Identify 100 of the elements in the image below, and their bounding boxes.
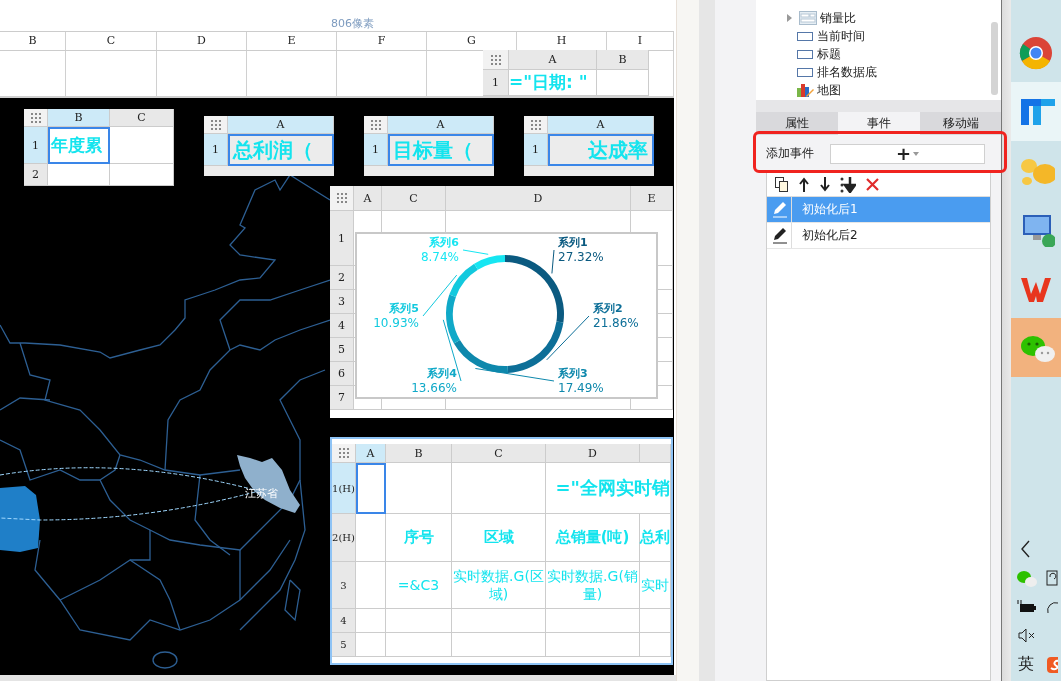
- wifi-icon[interactable]: [1045, 599, 1058, 614]
- table-cell[interactable]: [597, 70, 649, 96]
- table-cell[interactable]: [546, 633, 640, 657]
- row-header[interactable]: 1: [524, 134, 548, 166]
- row-header[interactable]: 5: [330, 338, 354, 362]
- value-label: 27.32%: [558, 250, 604, 264]
- event-item[interactable]: 初始化后2: [767, 223, 990, 249]
- leader-line: [546, 315, 590, 361]
- column-header[interactable]: D: [446, 186, 631, 211]
- row-header[interactable]: 4: [330, 314, 354, 338]
- app-icon[interactable]: [1045, 655, 1058, 674]
- column-header[interactable]: A: [228, 116, 334, 134]
- column-header[interactable]: C: [66, 32, 157, 50]
- row-header[interactable]: 1(H): [332, 463, 356, 514]
- column-header[interactable]: B: [0, 32, 66, 50]
- table-cell[interactable]: [452, 463, 546, 514]
- muted-speaker-icon[interactable]: [1017, 627, 1035, 644]
- row-header[interactable]: 6: [330, 362, 354, 386]
- column-header[interactable]: [640, 444, 671, 463]
- series-label: 系列3: [558, 367, 588, 380]
- row-header[interactable]: 1: [24, 127, 48, 164]
- tree-item[interactable]: 销量比: [756, 9, 1001, 27]
- widget-icon: [796, 47, 814, 61]
- column-header[interactable]: A: [356, 444, 386, 463]
- widget-icon: [796, 29, 814, 43]
- row-header[interactable]: 1: [364, 134, 388, 166]
- table-cell[interactable]: [48, 164, 110, 186]
- tab[interactable]: 移动端: [920, 112, 1001, 135]
- row-header[interactable]: 2(H): [332, 514, 356, 562]
- row-header[interactable]: 3: [330, 290, 354, 314]
- battery-icon[interactable]: [1015, 599, 1037, 614]
- chat-icon[interactable]: [1015, 568, 1037, 587]
- browser-icon: [1018, 35, 1055, 70]
- tree-item[interactable]: 标题: [756, 45, 1001, 63]
- table-cell[interactable]: [452, 633, 546, 657]
- chevron-icon[interactable]: [1020, 539, 1032, 558]
- table-cell[interactable]: [356, 514, 386, 562]
- tree-item[interactable]: 排名数据底: [756, 63, 1001, 81]
- row-header[interactable]: 1: [330, 211, 354, 266]
- pencil-icon: [770, 227, 788, 244]
- grid-icon: [336, 193, 347, 203]
- table-cell[interactable]: [386, 633, 452, 657]
- table-cell[interactable]: [546, 609, 640, 633]
- series-label: 系列4: [427, 367, 457, 380]
- report-icon: [799, 11, 817, 25]
- taskbar-app[interactable]: [1011, 82, 1061, 141]
- column-header[interactable]: B: [597, 50, 649, 70]
- table-cell[interactable]: [386, 609, 452, 633]
- column-header[interactable]: C: [382, 186, 446, 211]
- table-cell[interactable]: [110, 127, 174, 164]
- column-header[interactable]: C: [110, 109, 174, 127]
- up-arrow-icon[interactable]: [798, 175, 810, 193]
- row-header[interactable]: 1: [204, 134, 228, 166]
- screen-icon[interactable]: [1045, 568, 1058, 587]
- table-cell[interactable]: [356, 609, 386, 633]
- row-header[interactable]: 2: [330, 266, 354, 290]
- column-header[interactable]: E: [631, 186, 673, 211]
- grid-icon: [490, 54, 501, 65]
- row-header[interactable]: 5: [332, 633, 356, 657]
- row-header[interactable]: 3: [332, 562, 356, 609]
- table-cell[interactable]: [356, 633, 386, 657]
- column-header[interactable]: D: [157, 32, 247, 50]
- column-header[interactable]: A: [509, 50, 597, 70]
- value-label: 21.86%: [593, 316, 639, 330]
- value-label: 10.93%: [373, 316, 419, 330]
- column-header[interactable]: D: [546, 444, 640, 463]
- add-event-button[interactable]: +: [830, 143, 985, 164]
- table-cell[interactable]: [356, 463, 386, 514]
- row-header[interactable]: 7: [330, 386, 354, 410]
- column-header[interactable]: C: [452, 444, 546, 463]
- table-cell[interactable]: [640, 633, 671, 657]
- table-cell[interactable]: [386, 463, 452, 514]
- row-header[interactable]: 4: [332, 609, 356, 633]
- grid-icon: [30, 112, 41, 123]
- table-cell[interactable]: [452, 609, 546, 633]
- table-cell[interactable]: [356, 562, 386, 609]
- tree-item[interactable]: 当前时间: [756, 27, 1001, 45]
- table-cell[interactable]: [640, 609, 671, 633]
- taskbar-app[interactable]: [1011, 318, 1061, 377]
- delete-icon[interactable]: [865, 176, 880, 192]
- column-header[interactable]: A: [354, 186, 382, 211]
- column-header[interactable]: B: [386, 444, 452, 463]
- column-header[interactable]: A: [388, 116, 494, 134]
- column-header[interactable]: B: [48, 109, 110, 127]
- series-label: 系列6: [429, 236, 459, 249]
- column-header[interactable]: E: [247, 32, 337, 50]
- tab[interactable]: 属性: [756, 112, 838, 135]
- row-header[interactable]: 1: [483, 70, 509, 96]
- column-header[interactable]: A: [548, 116, 654, 134]
- move-to-bottom-icon[interactable]: [840, 175, 856, 193]
- input-method-indicator[interactable]: 英: [1018, 654, 1034, 675]
- table-cell[interactable]: [110, 164, 174, 186]
- column-header[interactable]: F: [337, 32, 427, 50]
- series-label: 系列5: [389, 302, 419, 315]
- expander-icon[interactable]: [785, 14, 793, 22]
- tree-item[interactable]: 地图: [756, 81, 1001, 99]
- copy-icon[interactable]: [774, 175, 789, 193]
- down-arrow-icon[interactable]: [819, 175, 831, 193]
- row-header[interactable]: 2: [24, 164, 48, 186]
- scrollbar-thumb[interactable]: [991, 22, 998, 95]
